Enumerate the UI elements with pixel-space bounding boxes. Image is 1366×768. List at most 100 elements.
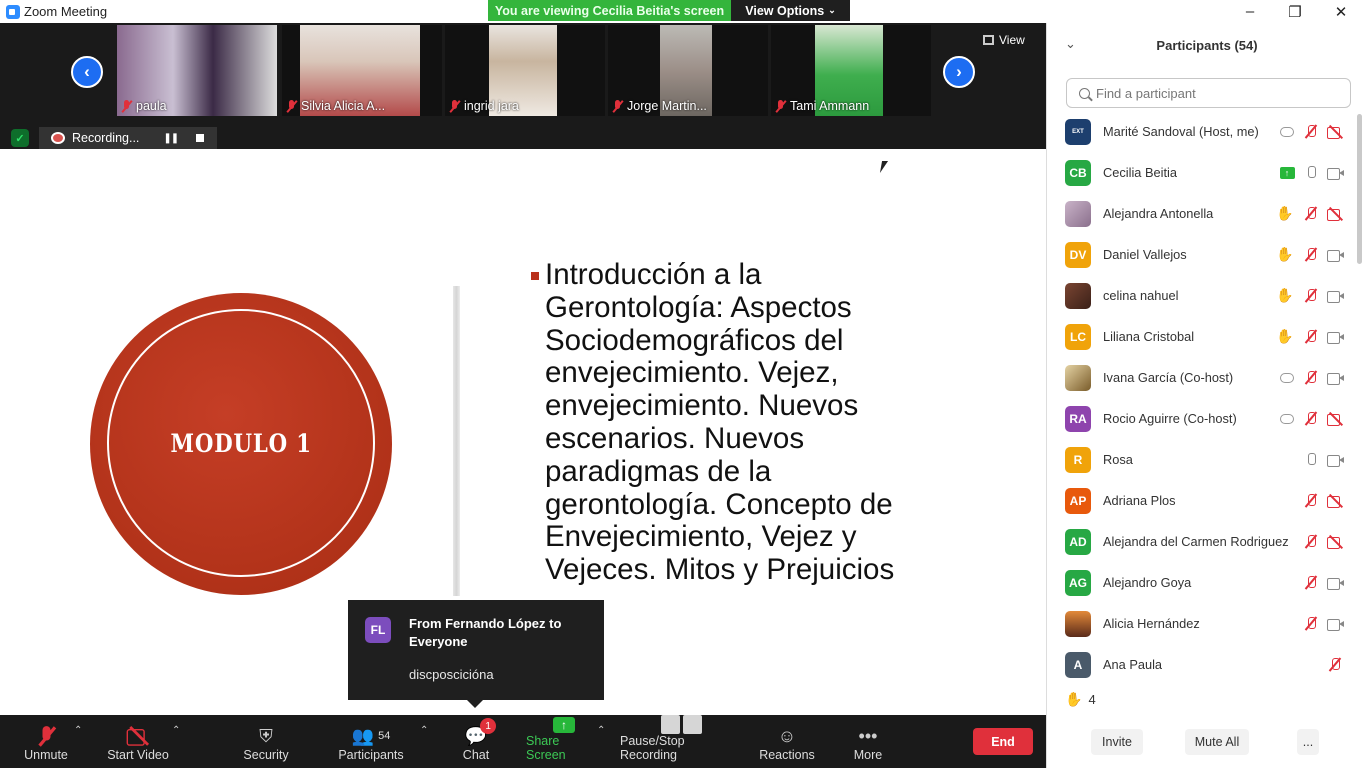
- participant-avatar: AP: [1065, 487, 1091, 514]
- reactions-button[interactable]: ☺ Reactions: [758, 715, 816, 768]
- bullet-marker: [531, 272, 539, 280]
- screen-share-banner: You are viewing Cecilia Beitia's screen: [488, 0, 731, 21]
- participants-scrollbar[interactable]: [1357, 114, 1362, 264]
- participant-row[interactable]: Ivana García (Co-host): [1047, 357, 1366, 398]
- participant-name: Cecilia Beitia: [1103, 165, 1177, 180]
- screen-sharing-icon: ↑: [1279, 165, 1295, 181]
- mute-all-button[interactable]: Mute All: [1185, 729, 1249, 755]
- chat-notification[interactable]: FL From Fernando López to Everyone discp…: [348, 600, 604, 708]
- participant-avatar: R: [1065, 446, 1091, 473]
- cloud-recording-icon: [1279, 124, 1295, 140]
- video-tile[interactable]: Jorge Martin...: [608, 25, 768, 116]
- recording-indicator: Recording... ❚❚: [39, 127, 217, 149]
- mic-muted-icon: [1303, 247, 1319, 263]
- video-tile[interactable]: paula: [117, 25, 277, 116]
- start-video-label: Start Video: [107, 748, 169, 762]
- next-page-button[interactable]: ›: [943, 56, 975, 88]
- security-button[interactable]: ⛨ Security: [240, 715, 292, 768]
- minimize-button[interactable]: –: [1227, 0, 1273, 23]
- invite-button[interactable]: Invite: [1091, 729, 1143, 755]
- video-tile[interactable]: ingrid jara: [445, 25, 605, 116]
- video-gallery-strip: ‹ paula Silvia Alicia A... ingrid jara J…: [0, 23, 1046, 149]
- video-on-icon: [1327, 575, 1344, 591]
- participant-name: Marité Sandoval (Host, me): [1103, 124, 1259, 139]
- participant-avatar: EXT: [1065, 118, 1091, 145]
- participant-row[interactable]: LC Liliana Cristobal ✋: [1047, 316, 1366, 357]
- video-off-icon: [1327, 493, 1343, 509]
- tile-name: paula: [121, 99, 167, 113]
- pause-icon: [660, 715, 680, 734]
- mic-muted-icon: [1303, 411, 1319, 427]
- mic-muted-icon: [1303, 206, 1319, 222]
- participant-name: Alejandra Antonella: [1103, 206, 1214, 221]
- participant-row[interactable]: R Rosa: [1047, 439, 1366, 480]
- participant-row[interactable]: DV Daniel Vallejos ✋: [1047, 234, 1366, 275]
- camera-off-icon: [126, 728, 150, 746]
- tile-name: ingrid jara: [449, 99, 519, 113]
- pause-recording-icon[interactable]: ❚❚: [163, 133, 179, 144]
- unmute-label: Unmute: [24, 748, 68, 762]
- mic-muted-icon: [1303, 534, 1319, 550]
- audio-options-caret[interactable]: ⌃: [74, 725, 82, 736]
- pause-stop-recording-button[interactable]: Pause/Stop Recording: [620, 715, 742, 768]
- participant-avatar: [1065, 610, 1091, 637]
- participant-avatar: [1065, 200, 1091, 227]
- close-button[interactable]: ✕: [1318, 0, 1364, 23]
- participant-row[interactable]: Alejandra Antonella ✋: [1047, 193, 1366, 234]
- view-options-button[interactable]: View Options ⌄: [731, 0, 850, 21]
- raised-hand-icon: ✋: [1276, 205, 1294, 221]
- end-meeting-button[interactable]: End: [973, 728, 1033, 755]
- video-options-caret[interactable]: ⌃: [172, 725, 180, 736]
- chat-button[interactable]: 💬 1 Chat: [456, 715, 497, 768]
- video-tile[interactable]: Silvia Alicia A...: [282, 25, 442, 116]
- participant-row[interactable]: RA Rocio Aguirre (Co-host): [1047, 398, 1366, 439]
- participant-row[interactable]: AD Alejandra del Carmen Rodriguez: [1047, 521, 1366, 562]
- restore-button[interactable]: ❐: [1272, 0, 1318, 23]
- participant-avatar: AD: [1065, 528, 1091, 555]
- zoom-app-icon: [6, 4, 20, 19]
- share-screen-icon: ↑: [553, 716, 575, 733]
- emoji-add-icon: ☺: [777, 725, 797, 746]
- raised-hand-icon: ✋: [1065, 691, 1083, 707]
- participants-panel-title: Participants (54): [1156, 37, 1258, 53]
- participant-search-input[interactable]: Find a participant: [1066, 78, 1351, 108]
- participants-count: 54: [378, 730, 391, 742]
- previous-page-button[interactable]: ‹: [71, 56, 103, 88]
- video-tile[interactable]: Tami Ammann: [771, 25, 931, 116]
- participant-row[interactable]: Alicia Hernández: [1047, 603, 1366, 644]
- view-layout-button[interactable]: View: [983, 33, 1025, 47]
- microphone-muted-icon: [37, 725, 55, 747]
- participant-row[interactable]: CB Cecilia Beitia ↑: [1047, 152, 1366, 193]
- participant-name: Alicia Hernández: [1103, 616, 1200, 631]
- participant-row[interactable]: A Ana Paula: [1047, 644, 1366, 678]
- participant-row[interactable]: AG Alejandro Goya: [1047, 562, 1366, 603]
- participant-avatar: DV: [1065, 241, 1091, 268]
- unmute-button[interactable]: Unmute: [20, 715, 72, 768]
- reactions-label: Reactions: [759, 748, 815, 762]
- stop-recording-icon[interactable]: [196, 134, 205, 142]
- start-video-button[interactable]: Start Video: [104, 715, 172, 768]
- video-on-icon: [1327, 329, 1344, 345]
- participants-options-caret[interactable]: ⌃: [420, 725, 428, 736]
- mic-on-icon: [1303, 165, 1319, 181]
- share-options-caret[interactable]: ⌃: [597, 725, 605, 736]
- chevron-left-icon: ‹: [84, 62, 90, 81]
- share-screen-button[interactable]: ↑ Share Screen: [526, 715, 602, 768]
- more-label: More: [853, 748, 883, 762]
- more-button[interactable]: ••• More: [850, 715, 886, 768]
- participant-row[interactable]: celina nahuel ✋: [1047, 275, 1366, 316]
- mic-muted-icon: [1303, 616, 1319, 632]
- participants-label: Participants: [338, 748, 404, 762]
- tile-name: Silvia Alicia A...: [286, 99, 385, 113]
- participant-name: Liliana Cristobal: [1103, 329, 1195, 344]
- participant-row[interactable]: EXT Marité Sandoval (Host, me): [1047, 111, 1366, 152]
- participant-avatar: [1065, 282, 1091, 309]
- panel-more-button[interactable]: ...: [1297, 729, 1319, 755]
- module-badge: MODULO 1: [90, 293, 392, 595]
- video-on-icon: [1327, 288, 1344, 304]
- slide-divider: [453, 286, 460, 596]
- participants-button[interactable]: 👥 54 Participants: [336, 715, 406, 768]
- participant-name: Alejandro Goya: [1103, 575, 1192, 590]
- video-off-icon: [1327, 534, 1343, 550]
- participant-row[interactable]: AP Adriana Plos: [1047, 480, 1366, 521]
